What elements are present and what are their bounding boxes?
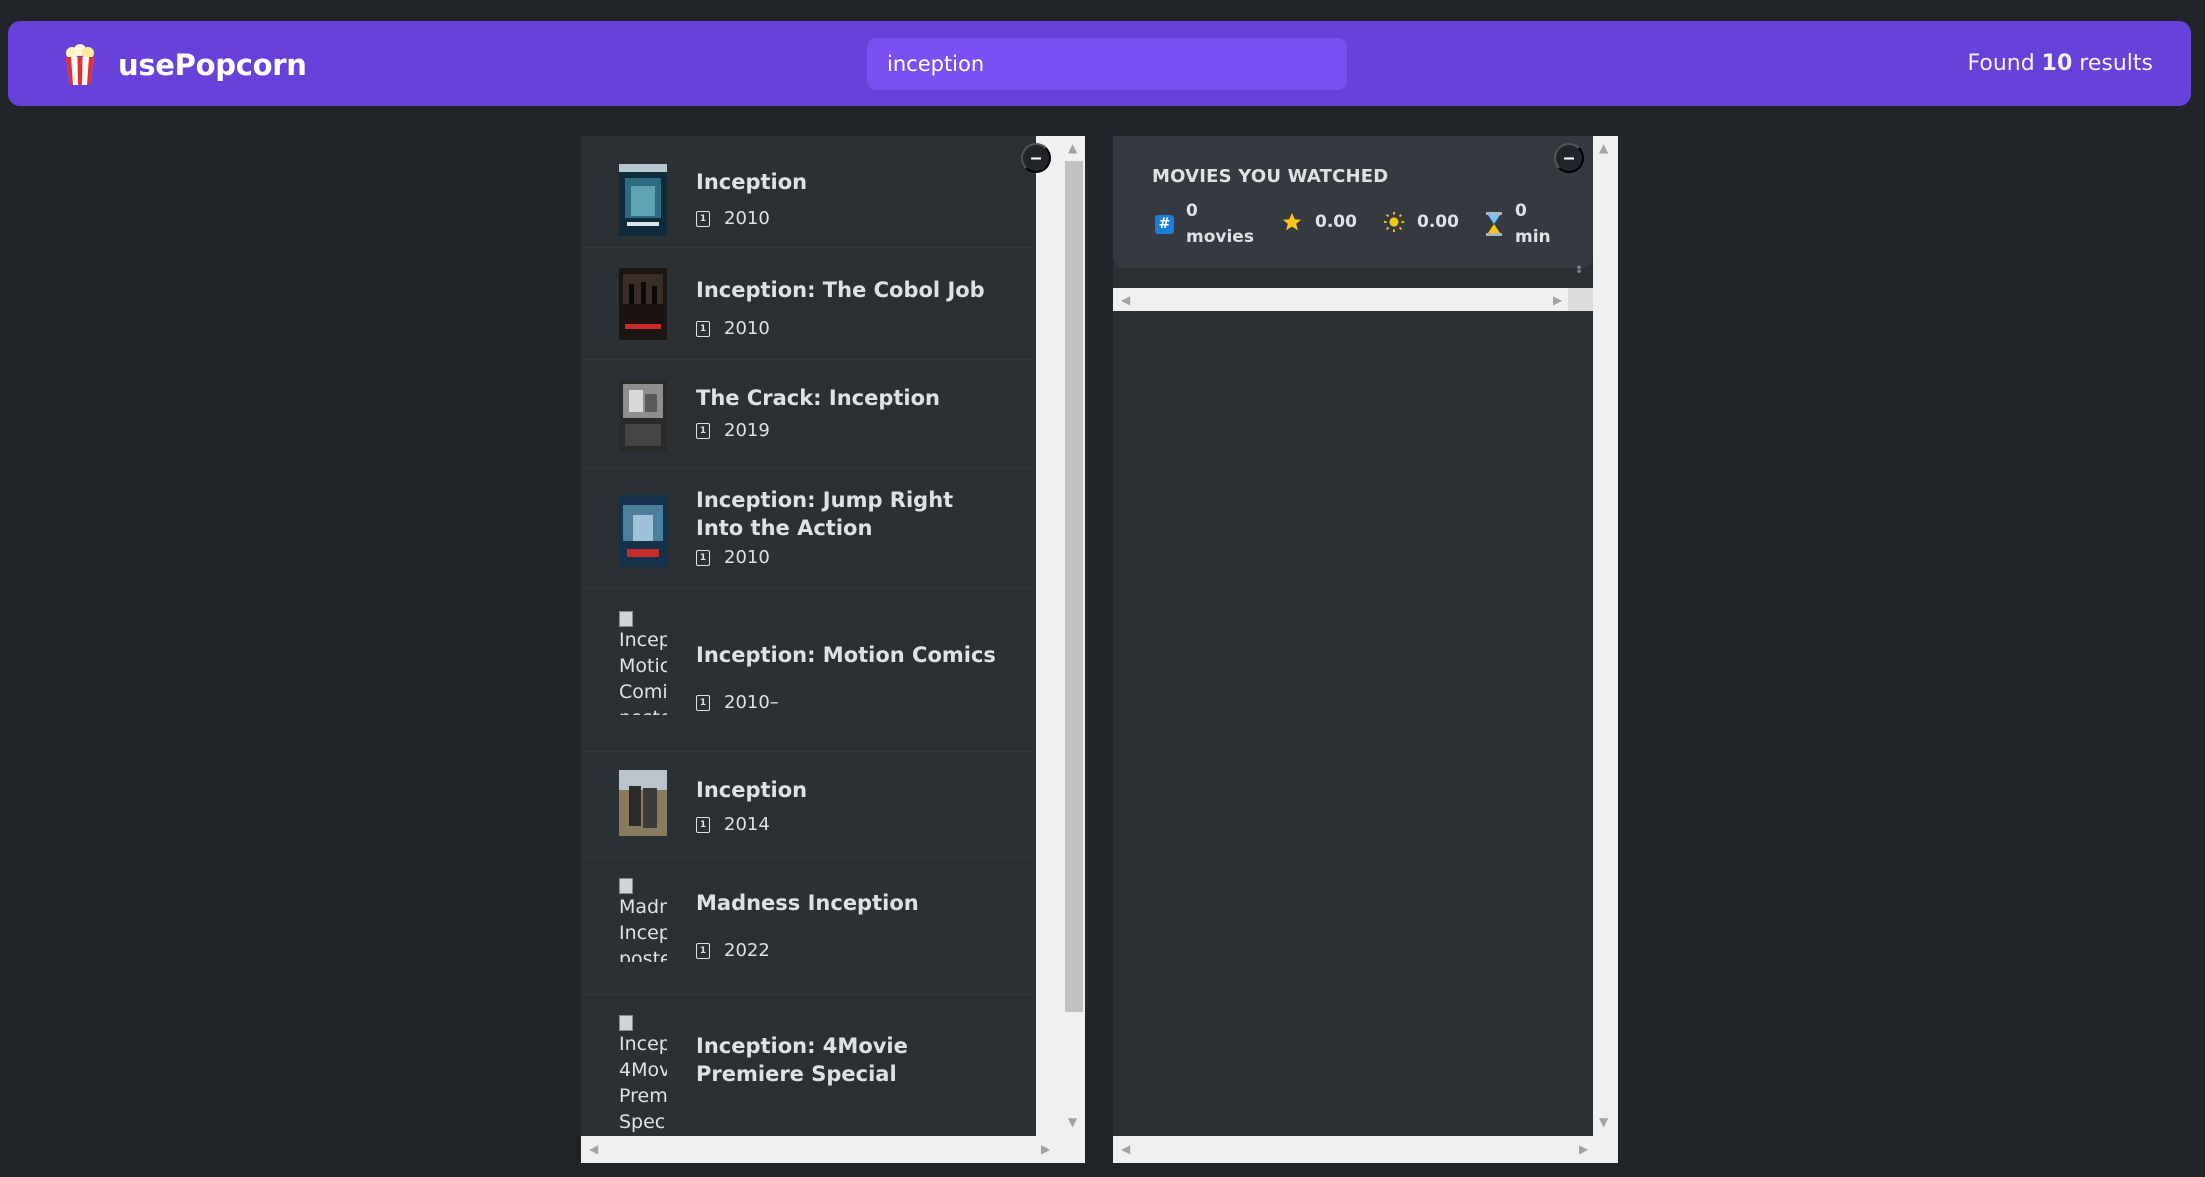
scroll-down-arrow-icon[interactable]: ▼ <box>1068 1116 1077 1128</box>
movie-title: Madness Inception <box>696 891 919 915</box>
list-item[interactable]: Inception: Jump Right Into the Action 1 … <box>581 469 1036 589</box>
list-item[interactable]: Madn Incep poste Madness Inception 1 202… <box>581 858 1036 995</box>
hourglass-icon <box>1486 212 1502 236</box>
results-box: Inception 1 2010 Inception: The Cobol Jo… <box>581 136 1085 1163</box>
results-count: Found 10 results <box>1967 51 2153 76</box>
list-item[interactable]: Incep Motic Comic poste Inception: Motio… <box>581 589 1036 752</box>
stat-runtime: 0 min <box>1485 198 1551 250</box>
sun-icon <box>1383 211 1405 233</box>
broken-image-icon <box>619 611 633 627</box>
calendar-icon: 1 <box>696 422 710 439</box>
scroll-left-arrow-icon[interactable]: ◀ <box>1121 1143 1130 1155</box>
scrollbar-thumb[interactable] <box>1065 161 1083 1012</box>
movie-year: 1 2010 <box>696 547 770 568</box>
summary-heading: MOVIES YOU WATCHED <box>1152 166 1389 187</box>
broken-image-icon <box>619 1015 633 1031</box>
watched-summary: MOVIES YOU WATCHED # 0 movies 0.00 0.00 … <box>1113 136 1593 268</box>
movie-title: Inception <box>696 778 808 802</box>
hash-icon: # <box>1155 214 1174 234</box>
scroll-right-arrow-icon[interactable]: ▶ <box>1041 1143 1050 1155</box>
scroll-right-arrow-icon[interactable]: ▶ <box>1579 1143 1588 1155</box>
movie-title: Inception: 4Movie Premiere Special <box>696 1034 908 1086</box>
movie-poster <box>619 164 667 236</box>
broken-image-icon <box>619 878 633 894</box>
movie-year: 1 2014 <box>696 814 770 835</box>
calendar-icon: 1 <box>696 942 710 959</box>
stat-imdb-rating: 0.00 <box>1281 211 1357 233</box>
calendar-icon: 1 <box>696 549 710 566</box>
results-vertical-scrollbar[interactable]: ▲ ▲ ▼ <box>1036 136 1085 1136</box>
search-input[interactable] <box>867 38 1347 90</box>
movie-poster-alt: Incep 4Mov Premi Speci <box>619 1015 667 1135</box>
list-item[interactable]: Inception 1 2014 <box>581 752 1036 858</box>
collapse-watched-button[interactable]: – <box>1554 143 1584 173</box>
list-item[interactable]: The Crack: Inception 1 2019 <box>581 360 1036 469</box>
scrollbar-corner <box>1568 288 1593 311</box>
movie-poster <box>619 380 667 452</box>
movie-poster-alt: Madn Incep poste <box>619 878 667 962</box>
app-title: usePopcorn <box>118 48 307 82</box>
movie-poster <box>619 495 667 567</box>
list-item[interactable]: Inception: The Cobol Job 1 2010 <box>581 248 1036 360</box>
calendar-icon: 1 <box>696 694 710 711</box>
watched-vertical-scrollbar[interactable]: ▲ ⇕ ▼ <box>1575 136 1618 1136</box>
stat-movies: # 0 movies <box>1155 198 1254 250</box>
scroll-up-arrow-icon[interactable]: ▲ <box>1599 142 1608 154</box>
movie-year: 1 2010 <box>696 208 770 229</box>
watched-horizontal-scrollbar[interactable]: ◀ ▶ <box>1113 1136 1618 1163</box>
movie-title: Inception <box>696 170 808 194</box>
star-icon <box>1282 212 1302 231</box>
movie-year: 1 2010 <box>696 318 770 339</box>
list-item[interactable]: Inception 1 2010 <box>581 136 1036 248</box>
movie-year: 1 2010– <box>696 692 779 713</box>
results-panel: Inception 1 2010 Inception: The Cobol Jo… <box>581 136 1036 1136</box>
logo: usePopcorn <box>58 43 307 87</box>
movie-poster <box>619 770 667 836</box>
calendar-icon: 1 <box>696 210 710 227</box>
movie-title: The Crack: Inception <box>696 386 940 410</box>
movie-year: 1 2022 <box>696 940 770 961</box>
movie-poster-alt: Incep Motic Comic poste <box>619 611 667 715</box>
movie-year: 1 2019 <box>696 420 770 441</box>
scroll-left-arrow-icon[interactable]: ◀ <box>1121 294 1130 306</box>
scroll-left-arrow-icon[interactable]: ◀ <box>589 1143 598 1155</box>
movie-poster <box>619 268 667 340</box>
collapse-results-button[interactable]: – <box>1021 143 1051 173</box>
stat-user-rating: 0.00 <box>1383 211 1459 233</box>
calendar-icon: 1 <box>696 320 710 337</box>
watched-list-scrollbar[interactable]: ◀ ▶ <box>1113 288 1593 311</box>
results-number: 10 <box>2041 51 2073 76</box>
movie-title: Inception: Motion Comics <box>696 643 996 667</box>
movie-title: Inception: The Cobol Job <box>696 278 985 302</box>
list-item[interactable]: Incep 4Mov Premi Speci Inception: 4Movie… <box>581 995 1036 1136</box>
resize-arrows-icon[interactable]: ⇕ <box>1575 266 1583 276</box>
movie-list: Inception 1 2010 Inception: The Cobol Jo… <box>581 136 1036 1136</box>
scroll-up-arrow-icon[interactable]: ▲ <box>1068 142 1077 154</box>
watched-panel: MOVIES YOU WATCHED # 0 movies 0.00 0.00 … <box>1113 136 1593 1136</box>
calendar-icon: 1 <box>696 816 710 833</box>
movie-title: Inception: Jump Right Into the Action <box>696 488 954 540</box>
scroll-down-arrow-icon[interactable]: ▼ <box>1599 1116 1608 1128</box>
nav-bar: usePopcorn Found 10 results <box>8 21 2191 106</box>
results-horizontal-scrollbar[interactable]: ◀ ▶ <box>581 1136 1085 1163</box>
popcorn-icon <box>66 44 94 85</box>
scroll-right-arrow-icon[interactable]: ▶ <box>1553 294 1562 306</box>
watched-box: MOVIES YOU WATCHED # 0 movies 0.00 0.00 … <box>1113 136 1618 1163</box>
